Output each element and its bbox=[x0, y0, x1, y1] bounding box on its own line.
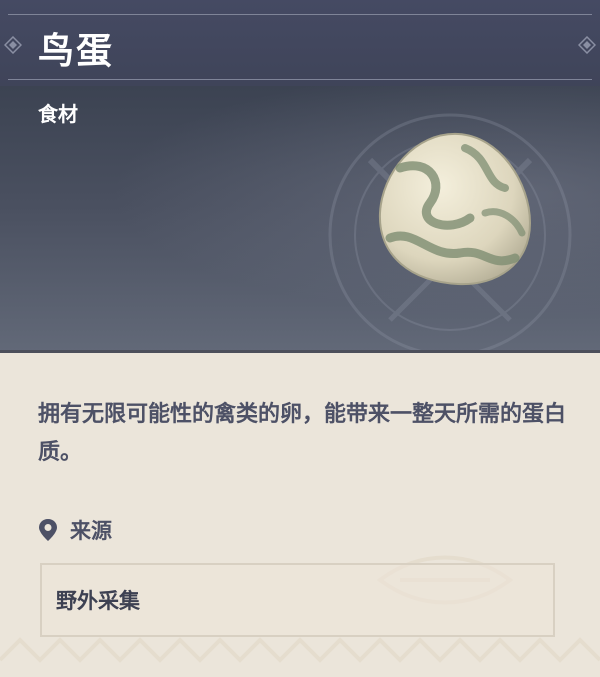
diamond-ornament-icon bbox=[578, 36, 596, 54]
diamond-ornament-icon bbox=[4, 36, 22, 54]
item-category: 食材 bbox=[38, 102, 78, 126]
source-list: 野外采集 bbox=[40, 563, 555, 637]
source-heading: 来源 bbox=[38, 515, 112, 545]
item-detail-card: 鸟蛋 食材 拥有无限可能性的禽类的卵，能带来一整天所需的蛋白质。 来源 野外采集 bbox=[0, 0, 600, 677]
item-description: 拥有无限可能性的禽类的卵，能带来一整天所需的蛋白质。 bbox=[38, 402, 567, 465]
location-pin-icon bbox=[39, 519, 57, 541]
source-title: 来源 bbox=[70, 519, 112, 543]
source-item[interactable]: 野外采集 bbox=[56, 585, 140, 615]
item-name: 鸟蛋 bbox=[38, 31, 115, 72]
item-header: 鸟蛋 bbox=[0, 0, 600, 86]
bird-egg-icon bbox=[378, 132, 532, 286]
